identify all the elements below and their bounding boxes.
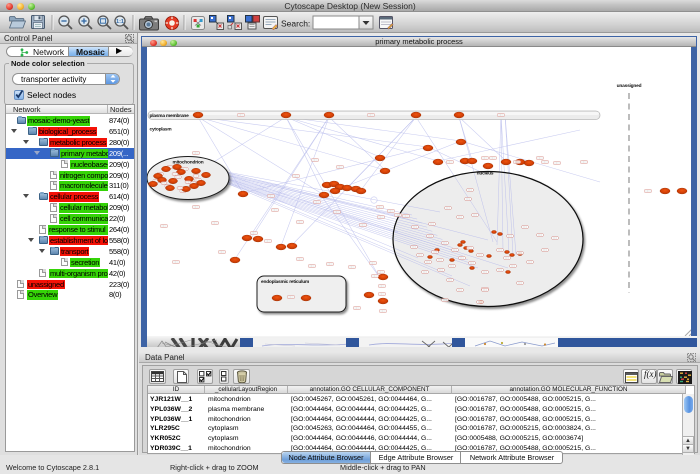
svg-text:1:1: 1:1 — [116, 19, 124, 25]
svg-text:mitochondrion: mitochondrion — [173, 160, 204, 166]
svg-text:unassigned: unassigned — [617, 83, 642, 89]
svg-text:cytoplasm: cytoplasm — [150, 127, 172, 133]
svg-text:nucleus: nucleus — [477, 171, 494, 177]
svg-text:plasma membrane: plasma membrane — [150, 113, 190, 119]
svg-text:Search:: Search: — [281, 19, 310, 29]
svg-text:endoplasmic reticulum: endoplasmic reticulum — [261, 279, 309, 285]
